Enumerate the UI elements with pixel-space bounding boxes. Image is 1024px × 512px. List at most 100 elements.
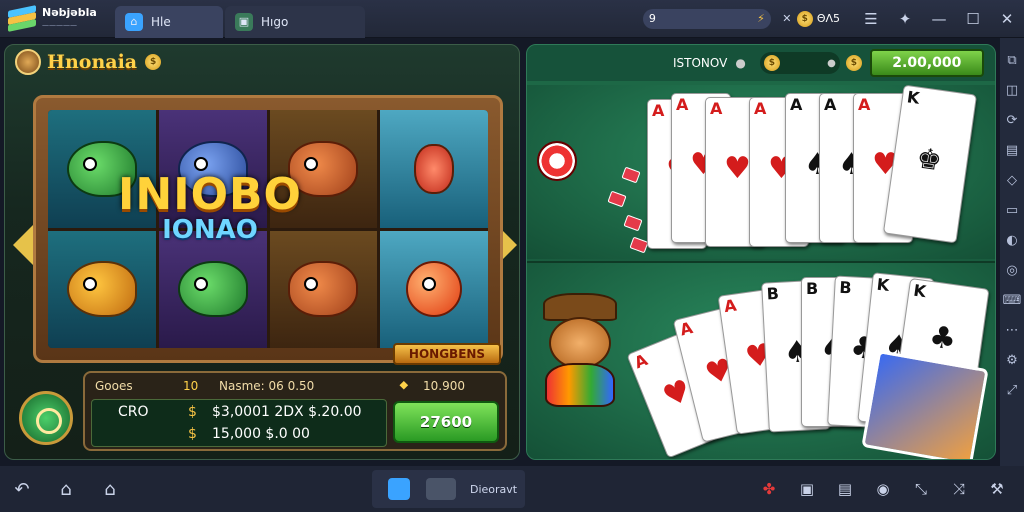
- dealt-card-icon: [623, 214, 643, 232]
- card-game-panel[interactable]: ISTONOV ● $ ● $ 2.00,000 A♥ A♥ A♥ A♥ A: [526, 44, 996, 460]
- dot-icon: ●: [827, 57, 836, 69]
- search-input[interactable]: 9 ⚡: [642, 8, 771, 29]
- volume-icon[interactable]: ◐: [1004, 232, 1020, 248]
- bonus-badge[interactable]: HONGBENS: [393, 343, 501, 365]
- shake-icon[interactable]: ◇: [1004, 172, 1020, 188]
- bet-panel: Gooes 10 Nasme: 06 0.50 ⯁ 10.900 CRO $ $…: [83, 371, 507, 451]
- screenshot-icon[interactable]: ⧉: [1004, 52, 1020, 68]
- close-icon[interactable]: ✕: [990, 0, 1024, 38]
- keyboard-icon[interactable]: ⌨: [1003, 292, 1022, 308]
- ball-icon: [406, 261, 463, 318]
- card-rank: A: [790, 95, 803, 114]
- balance-button[interactable]: 2.00,000: [869, 49, 984, 77]
- slot-title: Hnonaia: [47, 51, 138, 73]
- expand-icon[interactable]: ⤢: [1004, 382, 1020, 398]
- apk-icon[interactable]: ▤: [826, 466, 864, 512]
- screen: Nəbjəbla ————— ⌂ Hle ▣ Hıgo 9 ⚡ ✕ $ ΘΛ5 ☰…: [0, 0, 1024, 512]
- row-label: [92, 426, 188, 442]
- fish-icon: [66, 261, 137, 318]
- shuffle-icon[interactable]: ⤨: [940, 466, 978, 512]
- reel-symbol: [380, 230, 488, 348]
- critter-icon: [288, 261, 359, 318]
- game-badge-icon: [15, 49, 41, 75]
- home-icon: ⌂: [125, 12, 143, 31]
- dealt-card-icon: [607, 190, 627, 208]
- more-icon[interactable]: ⋯: [1004, 322, 1020, 338]
- game-icon: ▣: [235, 12, 253, 31]
- card-rank: B: [838, 277, 853, 298]
- dollar-icon: $: [188, 404, 197, 420]
- dollar-icon: $: [188, 426, 197, 442]
- coin-icon: $: [145, 54, 162, 70]
- bottom-navbar: ↶ ⌂ ⌂ Dieoravt ✤ ▣ ▤ ◉ ⤡ ⤨ ⚒: [0, 466, 1024, 512]
- bolt-icon: ⚡: [757, 12, 765, 25]
- tab-label: Hıgo: [261, 14, 289, 29]
- reel-symbol: [48, 230, 156, 348]
- menu-icon[interactable]: ☰: [854, 0, 888, 38]
- settings-icon[interactable]: ⚙: [1004, 352, 1020, 368]
- arrow-left-icon[interactable]: [13, 225, 33, 265]
- spin-button[interactable]: 27600: [393, 401, 499, 443]
- rotate-icon[interactable]: ⟳: [1004, 112, 1020, 128]
- info-mid-icon: 10: [183, 379, 199, 393]
- title-bar: Nəbjəbla ————— ⌂ Hle ▣ Hıgo 9 ⚡ ✕ $ ΘΛ5 ☰…: [0, 0, 1024, 38]
- folder-icon[interactable]: ▭: [1004, 202, 1020, 218]
- coin-button[interactable]: [19, 391, 73, 445]
- card-table-bottom: A♥ A♥ A♥ B♠ B♠ B♣ K♠ K♣: [527, 261, 995, 459]
- app-store-icon[interactable]: [388, 478, 410, 500]
- location-icon[interactable]: ◉: [864, 466, 902, 512]
- app-logo: Nəbjəbla —————: [0, 4, 115, 32]
- card-rank: K: [912, 280, 928, 302]
- fish-icon: [177, 261, 248, 318]
- logo-icon: [8, 4, 36, 32]
- card-rank: A: [631, 350, 651, 373]
- card-rank: A: [652, 101, 665, 120]
- chevron-down-icon[interactable]: ✕: [777, 0, 797, 38]
- settings-icon[interactable]: ✦: [888, 0, 922, 38]
- tab-game[interactable]: ▣ Hıgo: [225, 5, 365, 38]
- resize-icon[interactable]: ⤡: [902, 466, 940, 512]
- chip-icon[interactable]: [537, 141, 577, 181]
- mascot-character: [535, 293, 625, 409]
- minimize-icon[interactable]: —: [922, 0, 956, 38]
- card-rank: A: [676, 95, 689, 114]
- card-rank: A: [824, 95, 837, 114]
- main-area: Hnonaia $ INIOBO IONAO HONGBENS Gooes 10…: [0, 38, 1000, 466]
- location-icon[interactable]: ◎: [1004, 262, 1020, 278]
- card-rank: A: [722, 295, 738, 317]
- media-icon[interactable]: ▣: [788, 466, 826, 512]
- info-left: Gooes: [95, 379, 133, 393]
- back-icon[interactable]: ↶: [0, 466, 44, 512]
- tools-icon[interactable]: ⚒: [978, 466, 1016, 512]
- taskbar-apps: Dieoravt: [372, 470, 526, 508]
- camera-icon[interactable]: ◫: [1004, 82, 1020, 98]
- home-icon[interactable]: ⌂: [44, 466, 88, 512]
- tab-label: Hle: [151, 14, 171, 29]
- dealt-card-icon: [621, 166, 641, 184]
- info-mid: Nasme: 06 0.50: [219, 379, 315, 393]
- reel-symbol: [158, 230, 267, 348]
- card-rank: A: [678, 318, 695, 340]
- card-rank: A: [754, 99, 767, 118]
- row-values: $3,0001 2DX $.20.00: [212, 404, 362, 420]
- game-logo: INIOBO IONAO: [105, 169, 315, 244]
- reel-symbol: [269, 230, 378, 348]
- bonus-card-icon[interactable]: [861, 350, 989, 459]
- recents-icon[interactable]: ⌂: [88, 466, 132, 512]
- maximize-icon[interactable]: ☐: [956, 0, 990, 38]
- app-game-icon[interactable]: [426, 478, 456, 500]
- coin-icon: $: [763, 55, 780, 71]
- coin-icon: $: [796, 10, 813, 27]
- side-toolbar: ⧉ ◫ ⟳ ▤ ◇ ▭ ◐ ◎ ⌨ ⋯ ⚙ ⤢: [1000, 38, 1024, 466]
- slot-game-panel[interactable]: Hnonaia $ INIOBO IONAO HONGBENS Gooes 10…: [4, 44, 520, 460]
- card-rank: A: [858, 95, 871, 114]
- game-title-line1: INIOBO: [118, 169, 302, 220]
- app-name: Nəbjəbla: [42, 5, 97, 19]
- card-header-label: ISTONOV: [673, 56, 728, 70]
- layers-icon[interactable]: ▤: [1004, 142, 1020, 158]
- gift-icon[interactable]: ✤: [750, 466, 788, 512]
- chip-pill[interactable]: $ ●: [759, 52, 840, 74]
- reel-symbol: [380, 110, 488, 228]
- tab-home[interactable]: ⌂ Hle: [115, 5, 223, 38]
- card-rank: K: [875, 274, 891, 295]
